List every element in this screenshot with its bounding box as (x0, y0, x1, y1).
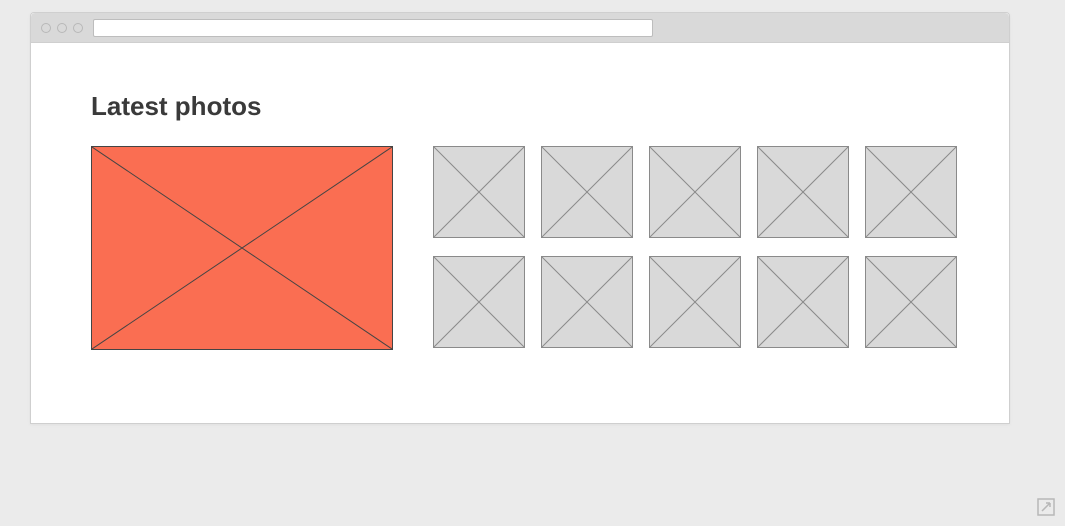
url-bar[interactable] (93, 19, 653, 37)
window-maximize-icon[interactable] (73, 23, 83, 33)
browser-window: Latest photos (30, 12, 1010, 424)
page-content: Latest photos (31, 43, 1009, 423)
thumbnail[interactable] (649, 146, 741, 238)
image-placeholder-icon (866, 147, 956, 237)
browser-chrome (31, 13, 1009, 43)
thumbnail[interactable] (757, 256, 849, 348)
image-placeholder-icon (758, 257, 848, 347)
image-placeholder-icon (542, 257, 632, 347)
image-placeholder-icon (434, 257, 524, 347)
thumbnail[interactable] (541, 146, 633, 238)
image-placeholder-icon (650, 147, 740, 237)
page-title: Latest photos (91, 91, 949, 122)
photo-gallery (91, 146, 949, 350)
thumbnail-grid (433, 146, 957, 348)
image-placeholder-icon (650, 257, 740, 347)
window-minimize-icon[interactable] (57, 23, 67, 33)
thumbnail[interactable] (757, 146, 849, 238)
image-placeholder-icon (866, 257, 956, 347)
image-placeholder-icon (434, 147, 524, 237)
image-placeholder-icon (542, 147, 632, 237)
thumbnail[interactable] (433, 256, 525, 348)
featured-photo[interactable] (91, 146, 393, 350)
thumbnail[interactable] (865, 146, 957, 238)
thumbnail[interactable] (541, 256, 633, 348)
thumbnail[interactable] (649, 256, 741, 348)
thumbnail[interactable] (433, 146, 525, 238)
image-placeholder-icon (758, 147, 848, 237)
resize-handle-icon[interactable] (1037, 498, 1055, 516)
thumbnail[interactable] (865, 256, 957, 348)
image-placeholder-icon (92, 147, 392, 349)
window-controls (41, 23, 83, 33)
window-close-icon[interactable] (41, 23, 51, 33)
